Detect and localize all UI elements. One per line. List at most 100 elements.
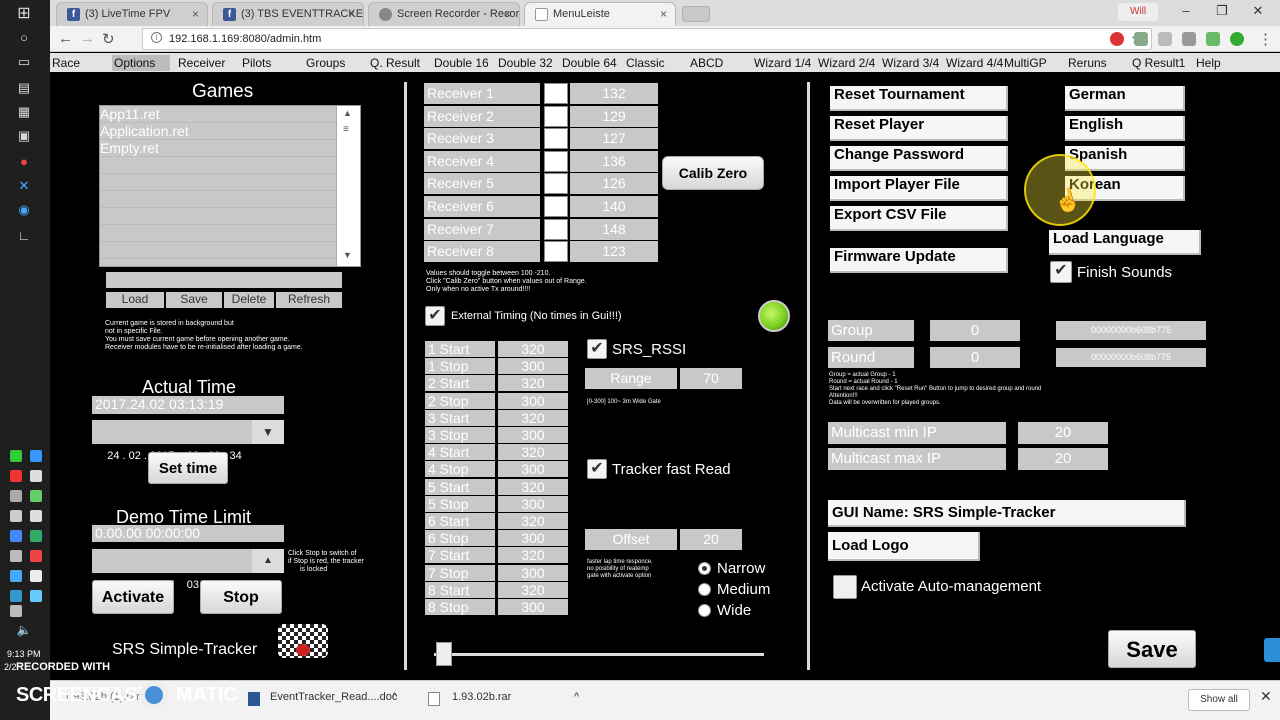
- menu-help[interactable]: Help: [1194, 55, 1223, 71]
- firmware-update-button[interactable]: Firmware Update: [830, 248, 1008, 273]
- close-icon[interactable]: ×: [504, 7, 511, 21]
- gate-timing-input[interactable]: 320: [498, 375, 568, 392]
- finish-sounds-checkbox[interactable]: ✔: [1050, 261, 1072, 283]
- profile-button[interactable]: Will: [1118, 3, 1158, 21]
- extension-icon[interactable]: [1182, 32, 1196, 46]
- tray-icon[interactable]: [10, 470, 22, 482]
- file-explorer-icon[interactable]: ▤: [14, 80, 34, 96]
- tray-icon[interactable]: [30, 550, 42, 562]
- gate-timing-input[interactable]: 300: [498, 392, 568, 409]
- delete-game-button[interactable]: Delete: [224, 292, 274, 308]
- extension-icon[interactable]: [1206, 32, 1220, 46]
- reload-icon[interactable]: ↻: [102, 30, 115, 48]
- spin-up-icon[interactable]: ▲: [252, 549, 284, 573]
- menu-reruns[interactable]: Reruns: [1066, 55, 1109, 71]
- close-icon[interactable]: ×: [660, 7, 667, 21]
- gate-timing-input[interactable]: 300: [498, 461, 568, 478]
- tray-icon[interactable]: [30, 530, 42, 542]
- tray-icon[interactable]: [10, 450, 22, 462]
- tray-icon[interactable]: [10, 510, 22, 522]
- game-name-input[interactable]: [106, 272, 342, 288]
- gate-timing-input[interactable]: 300: [498, 564, 568, 581]
- menu-q-result[interactable]: Q. Result: [368, 55, 422, 71]
- load-logo-button[interactable]: Load Logo: [828, 532, 980, 561]
- change-password-button[interactable]: Change Password: [830, 146, 1008, 171]
- extension-icon[interactable]: [1134, 32, 1148, 46]
- gate-timing-input[interactable]: 320: [498, 547, 568, 564]
- scroll-up-icon[interactable]: ▲: [343, 108, 352, 118]
- menu-wizard-1-4[interactable]: Wizard 1/4: [752, 55, 813, 71]
- scroll-thumb-icon[interactable]: ≡: [343, 124, 349, 135]
- menu-double-32[interactable]: Double 32: [496, 55, 555, 71]
- menu-groups[interactable]: Groups: [304, 55, 347, 71]
- multicast-min-ip-input[interactable]: 20: [1018, 422, 1108, 444]
- tray-icon[interactable]: [10, 530, 22, 542]
- game-item[interactable]: App11.ret: [100, 106, 160, 123]
- gate-narrow-radio[interactable]: [698, 562, 711, 575]
- more-menu-icon[interactable]: ⋮: [1258, 30, 1273, 48]
- gate-timing-input[interactable]: 320: [498, 478, 568, 495]
- side-widget-icon[interactable]: [1264, 638, 1280, 662]
- stop-button[interactable]: Stop: [200, 580, 282, 614]
- extension-icon[interactable]: [1158, 32, 1172, 46]
- chrome-icon[interactable]: ●: [14, 154, 34, 170]
- taskbar-clock[interactable]: 9:13 PM: [7, 649, 41, 659]
- tray-icon[interactable]: [10, 570, 22, 582]
- menu-abcd[interactable]: ABCD: [688, 55, 725, 71]
- menu-q-result1[interactable]: Q Result1: [1130, 55, 1187, 71]
- scroll-down-icon[interactable]: ▼: [343, 250, 352, 260]
- range-input[interactable]: 70: [680, 368, 742, 389]
- new-tab-button[interactable]: [682, 6, 710, 22]
- close-icon[interactable]: ×: [348, 7, 355, 21]
- browser-tab[interactable]: f (3) TBS EVENTTRACKER ×: [212, 2, 364, 26]
- tray-icon[interactable]: [30, 470, 42, 482]
- close-shelf-icon[interactable]: ✕: [1260, 688, 1272, 705]
- gate-timing-input[interactable]: 300: [498, 358, 568, 375]
- network-icon[interactable]: [10, 605, 22, 617]
- gui-name-input[interactable]: GUI Name: SRS Simple-Tracker: [828, 500, 1186, 527]
- browser-tab[interactable]: f (3) LiveTime FPV ×: [56, 2, 208, 26]
- import-player-file-button[interactable]: Import Player File: [830, 176, 1008, 201]
- menu-pilots[interactable]: Pilots: [240, 55, 273, 71]
- gate-timing-input[interactable]: 300: [498, 427, 568, 443]
- menu-wizard-2-4[interactable]: Wizard 2/4: [816, 55, 877, 71]
- download-item[interactable]: 1.93.02b.rar: [452, 691, 511, 703]
- close-icon[interactable]: ×: [192, 7, 199, 21]
- tray-icon[interactable]: [30, 450, 42, 462]
- gate-timing-input[interactable]: 300: [498, 599, 568, 615]
- restore-icon[interactable]: ❐: [1204, 3, 1240, 21]
- save-game-button[interactable]: Save: [166, 292, 222, 308]
- gate-wide-radio[interactable]: [698, 604, 711, 617]
- calib-zero-button[interactable]: Calib Zero: [662, 156, 764, 190]
- save-button[interactable]: Save: [1108, 630, 1196, 668]
- game-item[interactable]: Application.ret: [100, 123, 189, 140]
- load-language-button[interactable]: Load Language: [1049, 230, 1201, 255]
- game-item[interactable]: Empty.ret: [100, 140, 159, 157]
- group-input[interactable]: 0: [930, 320, 1020, 341]
- multicast-max-ip-input[interactable]: 20: [1018, 448, 1108, 470]
- excel-icon[interactable]: ✕: [14, 178, 34, 194]
- calculator-icon[interactable]: ▣: [14, 128, 34, 144]
- forward-icon[interactable]: →: [80, 30, 95, 47]
- menu-wizard-3-4[interactable]: Wizard 3/4: [880, 55, 941, 71]
- gate-timing-input[interactable]: 300: [498, 530, 568, 547]
- browser-tab-active[interactable]: MenuLeiste ×: [524, 2, 676, 26]
- url-input[interactable]: i 192.168.1.169:8080/admin.htm ★: [142, 28, 1152, 50]
- task-view-icon[interactable]: ▭: [14, 54, 34, 70]
- language-german-button[interactable]: German: [1065, 86, 1185, 111]
- chevron-up-icon[interactable]: ^: [574, 691, 579, 703]
- show-all-button[interactable]: Show all: [1188, 689, 1250, 711]
- menu-classic[interactable]: Classic: [624, 55, 667, 71]
- skype-icon[interactable]: ◉: [14, 202, 34, 218]
- back-icon[interactable]: ←: [58, 30, 73, 47]
- slider-track[interactable]: [434, 653, 764, 656]
- tray-icon[interactable]: [30, 570, 42, 582]
- tray-icon[interactable]: [30, 490, 42, 502]
- menu-multigp[interactable]: MultiGP: [1002, 55, 1049, 71]
- close-window-icon[interactable]: ✕: [1240, 3, 1276, 21]
- gate-timing-input[interactable]: 320: [498, 581, 568, 598]
- gate-timing-input[interactable]: 320: [498, 341, 568, 357]
- app-icon[interactable]: ∟: [14, 228, 34, 244]
- external-timing-checkbox[interactable]: ✔: [425, 306, 445, 326]
- activate-button[interactable]: Activate: [92, 580, 174, 614]
